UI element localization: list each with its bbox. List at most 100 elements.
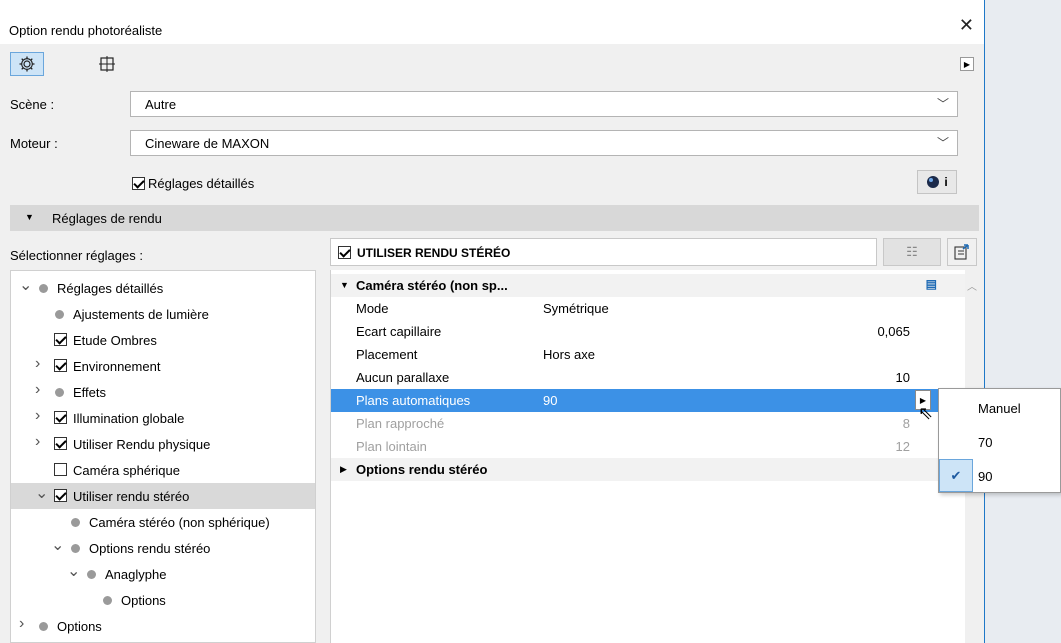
property-name: Plans automatiques	[356, 393, 471, 408]
settings-tree: ⌄ Réglages détaillés Ajustements de lumièr…	[10, 270, 316, 643]
property-name: Plan rapproché	[356, 416, 445, 431]
checkmark-icon: ✔	[939, 459, 973, 492]
checkbox[interactable]	[54, 437, 67, 450]
property-row[interactable]: Aucun parallaxe 10	[331, 366, 965, 389]
scene-select[interactable]: Autre ﹀	[130, 91, 958, 117]
settings-doc-icon[interactable]: ▤	[926, 277, 937, 291]
property-row[interactable]: Mode Symétrique	[331, 297, 965, 320]
triangle-right-icon: ▶	[340, 464, 347, 474]
tree-item-label: Environnement	[73, 359, 161, 374]
scene-value: Autre	[145, 97, 177, 112]
tree-item[interactable]: › Environnement	[11, 353, 315, 379]
chevron-right-icon[interactable]: ›	[19, 615, 24, 633]
checkbox[interactable]	[54, 489, 67, 502]
scene-label: Scène :	[10, 97, 55, 112]
chevron-down-icon[interactable]: ⌄	[35, 483, 48, 503]
tree-item[interactable]: › Effets	[11, 379, 315, 405]
chevron-right-icon[interactable]: ›	[35, 407, 40, 425]
detailed-settings-checkbox[interactable]: Réglages détaillés	[132, 175, 254, 191]
tree-item[interactable]: › Illumination globale	[11, 405, 315, 431]
status-dot-icon	[71, 518, 80, 527]
title-bar: Option rendu photoréaliste ✕	[0, 0, 984, 44]
tree-item-label: Caméra stéréo (non sphérique)	[89, 515, 270, 530]
tree-item-label: Réglages détaillés	[57, 281, 164, 296]
section-title: Réglages de rendu	[52, 211, 162, 226]
triangle-down-icon: ▼	[340, 280, 349, 290]
status-dot-icon	[55, 310, 64, 319]
popup-option[interactable]: 70	[939, 425, 1060, 458]
tree-item[interactable]: Etude Ombres	[11, 327, 315, 353]
stereo-checkbox[interactable]	[338, 246, 351, 259]
tree-item[interactable]: Caméra sphérique	[11, 457, 315, 483]
chevron-down-icon[interactable]: ⌄	[67, 561, 80, 581]
checkmark-icon	[939, 425, 973, 458]
tree-item[interactable]: ⌄ Options rendu stéréo	[11, 535, 315, 561]
toolbar: ▶	[0, 44, 984, 84]
status-dot-icon	[71, 544, 80, 553]
property-value: Symétrique	[543, 301, 609, 316]
property-row[interactable]: Plan lointain 12	[331, 435, 965, 458]
render-settings-section[interactable]: ▼ Réglages de rendu	[10, 205, 979, 231]
checkbox[interactable]	[54, 333, 67, 346]
engine-label: Moteur :	[10, 136, 58, 151]
property-name: Ecart capillaire	[356, 324, 442, 339]
settings-tab-button[interactable]	[10, 52, 44, 76]
engine-info-button[interactable]: i	[917, 170, 957, 194]
checkbox[interactable]	[54, 463, 67, 476]
export-button[interactable]	[947, 238, 977, 266]
tree-item[interactable]: Caméra stéréo (non sphérique)	[11, 509, 315, 535]
tree-item[interactable]: › Utiliser Rendu physique	[11, 431, 315, 457]
chevron-right-icon[interactable]: ›	[35, 433, 40, 451]
tree-item[interactable]: ⌄ Anaglyphe	[11, 561, 315, 587]
popup-option[interactable]: Manuel	[939, 391, 1060, 424]
property-row[interactable]: Plan rapproché 8	[331, 412, 965, 435]
popup-option[interactable]: ✔ 90	[939, 459, 1060, 492]
stereo-camera-group[interactable]: ▼ Caméra stéréo (non sp... ▤	[331, 274, 965, 297]
size-tab-button[interactable]	[90, 52, 124, 76]
property-value: Hors axe	[543, 347, 596, 362]
tree-item[interactable]: ⌄ Utiliser rendu stéréo	[11, 483, 315, 509]
property-row[interactable]: Ecart capillaire 0,065	[331, 320, 965, 343]
tree-item-label: Options	[121, 593, 166, 608]
gear-icon	[19, 56, 35, 72]
toolbar-expand-button[interactable]: ▶	[960, 57, 974, 71]
tree-item[interactable]: Ajustements de lumière	[11, 301, 315, 327]
tree-item[interactable]: ⌄ Réglages détaillés	[11, 275, 315, 301]
frame-size-icon	[99, 56, 115, 72]
property-row[interactable]: Plans automatiques 90	[331, 389, 965, 412]
tree-item[interactable]: Options	[11, 587, 315, 613]
chevron-right-icon[interactable]: ›	[35, 381, 40, 399]
tree-item-label: Options	[57, 619, 102, 634]
tree-item-label: Utiliser rendu stéréo	[73, 489, 190, 504]
close-icon[interactable]: ✕	[959, 16, 974, 34]
property-name: Aucun parallaxe	[356, 370, 450, 385]
auto-planes-popup-menu: Manuel 70 ✔ 90	[938, 388, 1061, 493]
status-dot-icon	[39, 284, 48, 293]
chevron-up-icon[interactable]: ︿	[967, 278, 977, 293]
chevron-down-icon: ﹀	[936, 97, 949, 111]
tree-item-label: Anaglyphe	[105, 567, 167, 582]
chevron-down-icon[interactable]: ⌄	[51, 535, 64, 555]
engine-value: Cineware de MAXON	[145, 136, 270, 151]
status-dot-icon	[103, 596, 112, 605]
triangle-down-icon: ▼	[25, 212, 34, 222]
tree-item-label: Illumination globale	[73, 411, 185, 426]
popup-option-label: 70	[978, 435, 993, 450]
chevron-down-icon[interactable]: ⌄	[19, 275, 32, 295]
export-icon	[954, 244, 969, 260]
checkbox[interactable]	[54, 411, 67, 424]
list-view-button[interactable]: ☷	[883, 238, 941, 266]
property-row[interactable]: Placement Hors axe	[331, 343, 965, 366]
checkbox[interactable]	[132, 177, 145, 191]
checkbox[interactable]	[54, 359, 67, 372]
tree-item-label: Options rendu stéréo	[89, 541, 211, 556]
tree-item[interactable]: › Options	[11, 613, 315, 639]
stereo-options-group[interactable]: ▶ Options rendu stéréo	[331, 458, 965, 481]
tree-item-label: Effets	[73, 385, 107, 400]
engine-select[interactable]: Cineware de MAXON ﹀	[130, 130, 958, 156]
stereo-header-label: UTILISER RENDU STÉRÉO	[357, 246, 511, 260]
stereo-panel-header[interactable]: UTILISER RENDU STÉRÉO	[330, 238, 877, 266]
chevron-right-icon[interactable]: ›	[35, 355, 40, 373]
checkmark-icon	[939, 391, 973, 424]
cinema4d-logo-icon	[927, 176, 940, 188]
